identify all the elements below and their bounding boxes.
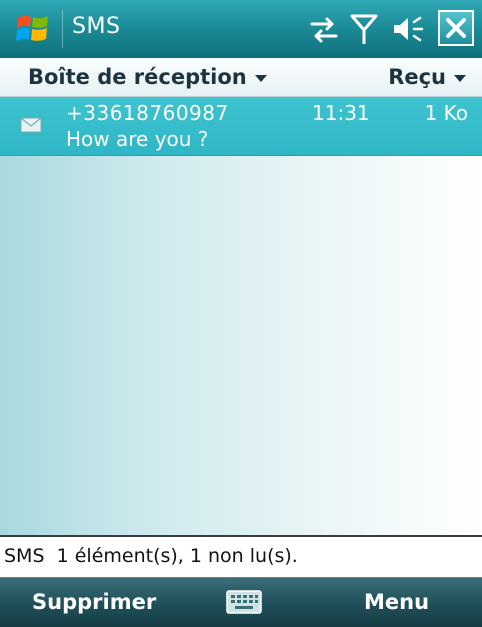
chevron-down-icon — [454, 74, 466, 82]
sort-dropdown[interactable]: Reçu — [388, 65, 466, 89]
folder-label: Boîte de réception — [28, 65, 247, 89]
folder-dropdown[interactable]: Boîte de réception — [28, 65, 267, 89]
message-list[interactable]: +33618760987 11:31 1 Ko How are you ? — [0, 97, 482, 535]
message-size: 1 Ko — [424, 101, 468, 125]
speaker-icon[interactable] — [390, 10, 426, 48]
list-item[interactable]: +33618760987 11:31 1 Ko How are you ? — [0, 97, 482, 156]
signal-icon[interactable] — [346, 10, 382, 48]
status-text: SMS 1 élément(s), 1 non lu(s). — [4, 545, 298, 567]
close-icon — [446, 18, 466, 38]
list-header: Boîte de réception Reçu — [0, 58, 482, 97]
sort-label: Reçu — [388, 65, 446, 89]
app-title: SMS — [72, 14, 121, 39]
chevron-down-icon — [254, 74, 267, 82]
close-button[interactable] — [438, 10, 474, 46]
message-preview: How are you ? — [66, 127, 209, 151]
title-separator — [62, 10, 63, 48]
softkey-bar: Supprimer Menu — [0, 577, 482, 627]
connectivity-icon[interactable] — [306, 10, 342, 48]
windows-logo-icon[interactable] — [14, 10, 52, 48]
delete-softkey[interactable]: Supprimer — [32, 590, 156, 614]
envelope-icon — [20, 117, 42, 133]
menu-softkey[interactable]: Menu — [364, 590, 429, 614]
message-sender: +33618760987 — [66, 101, 229, 125]
status-bar: SMS 1 élément(s), 1 non lu(s). — [0, 535, 482, 577]
keyboard-icon[interactable] — [226, 590, 262, 614]
message-time: 11:31 — [312, 101, 370, 125]
title-bar: SMS — [0, 0, 482, 59]
